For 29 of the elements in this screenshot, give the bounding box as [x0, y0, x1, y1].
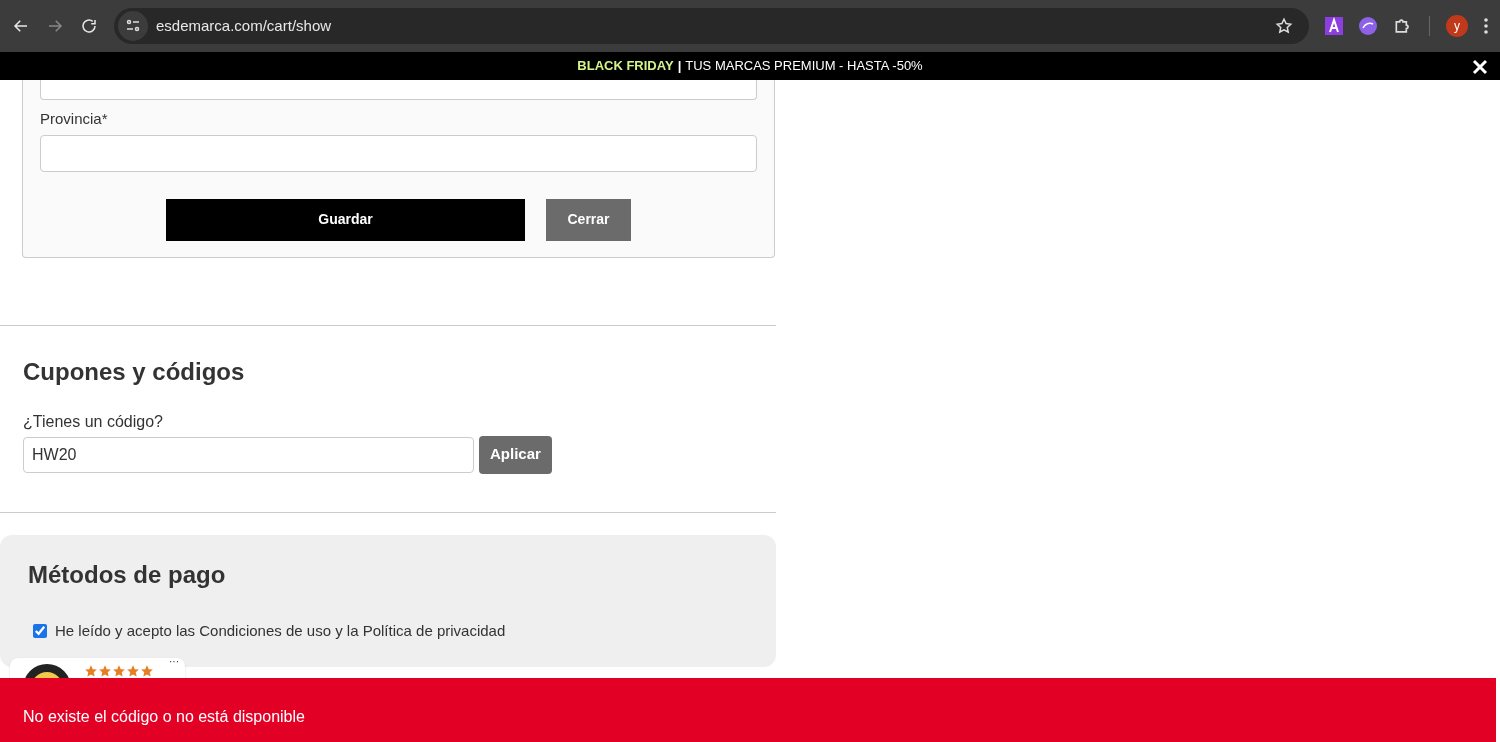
apply-button[interactable]: Aplicar	[479, 435, 552, 474]
url-text: esdemarca.com/cart/show	[156, 15, 333, 36]
close-icon[interactable]	[1472, 59, 1488, 75]
save-button[interactable]: Guardar	[166, 198, 525, 241]
back-icon[interactable]	[12, 17, 30, 35]
toast-message: No existe el código o no está disponible	[23, 707, 305, 727]
promo-highlight: BLACK FRIDAY	[577, 57, 674, 76]
menu-icon[interactable]	[1484, 18, 1488, 34]
promo-separator: |	[677, 57, 682, 76]
field-label: ¿Tienes un código?	[23, 411, 164, 432]
forward-icon[interactable]	[46, 17, 64, 35]
promo-text: TUS MARCAS PREMIUM - HASTA -50%	[685, 57, 923, 76]
field-label: Provincia*	[40, 109, 109, 129]
more-menu[interactable]: ···	[169, 654, 179, 669]
reload-icon[interactable]	[80, 17, 98, 35]
section-heading: Cupones y códigos	[23, 356, 246, 387]
input-field[interactable]	[40, 134, 757, 172]
extension-icon[interactable]	[1359, 17, 1377, 35]
input-field[interactable]	[40, 80, 757, 100]
address-bar[interactable]: esdemarca.com/cart/show	[114, 8, 1309, 44]
section-heading: Métodos de pago	[28, 559, 227, 590]
terms-checkbox[interactable]	[33, 623, 47, 638]
star-icon[interactable]	[1275, 17, 1293, 35]
close-button[interactable]: Cerrar	[546, 198, 631, 241]
extension-icon[interactable]	[1325, 17, 1343, 35]
site-settings-icon[interactable]	[125, 18, 141, 34]
coupon-input-field[interactable]: HW20	[23, 436, 474, 473]
terms-text: He leído y acepto las Condiciones de uso y la Política de privacidad	[55, 620, 506, 641]
profile-avatar[interactable]: y	[1446, 15, 1468, 37]
